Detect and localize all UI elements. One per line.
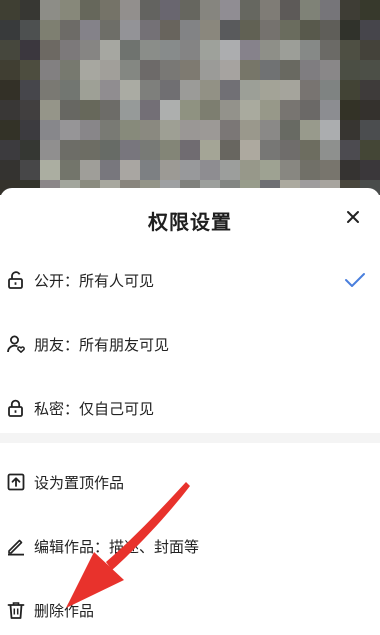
permission-settings-sheet: 权限设置 公开：所有人可见 朋友：所有朋友可见 私密：仅自己可见 设为置顶作品 … [0,188,380,635]
visibility-option-label: 公开：所有人可见 [34,271,155,290]
sheet-title: 权限设置 [148,210,232,234]
visibility-option-private[interactable]: 私密：仅自己可见 [0,388,380,428]
visibility-option-friends[interactable]: 朋友：所有朋友可见 [0,324,380,364]
edit-work-action[interactable]: 编辑作品：描述、封面等 [0,526,380,566]
action-label: 设为置顶作品 [34,473,125,492]
action-label: 删除作品 [34,601,95,620]
sheet-header: 权限设置 [0,188,380,246]
action-label: 编辑作品：描述、封面等 [34,537,200,556]
trash-icon [7,602,25,619]
check-icon [345,273,365,287]
blurred-video-preview [0,0,380,195]
edit-pen-icon [8,539,24,556]
friends-icon [7,335,25,353]
pin-to-top-action[interactable]: 设为置顶作品 [0,462,380,502]
close-button[interactable] [340,204,366,230]
section-divider [0,433,380,443]
pin-top-icon [7,473,25,491]
delete-work-action[interactable]: 删除作品 [0,590,380,630]
visibility-option-public[interactable]: 公开：所有人可见 [0,260,380,300]
lock-icon [8,399,23,417]
visibility-option-label: 朋友：所有朋友可见 [34,335,170,354]
close-icon [347,211,359,223]
visibility-option-label: 私密：仅自己可见 [34,399,155,418]
unlock-icon [8,271,23,289]
